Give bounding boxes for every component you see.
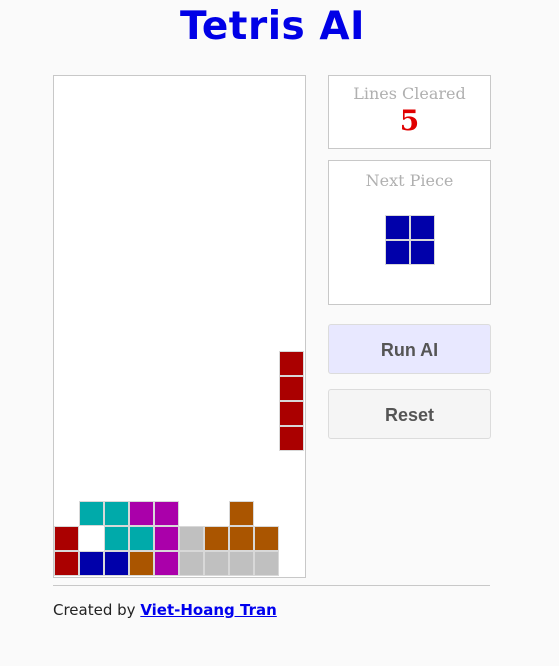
lines-cleared-value: 5 — [399, 104, 420, 137]
board-block — [154, 526, 179, 551]
footer: Created by Viet-Hoang Tran — [53, 601, 277, 619]
board-block — [179, 526, 204, 551]
board-block — [279, 426, 304, 451]
board-block — [229, 551, 254, 576]
board-block — [54, 551, 79, 576]
footer-prefix: Created by — [53, 601, 136, 619]
next-piece-block — [385, 240, 410, 265]
next-piece-preview — [385, 215, 435, 265]
page-title: Tetris AI — [179, 4, 366, 49]
board-block — [204, 551, 229, 576]
board-block — [129, 551, 154, 576]
board-block — [104, 551, 129, 576]
board-block — [129, 526, 154, 551]
reset-button[interactable]: Reset — [328, 389, 491, 439]
board-block — [279, 376, 304, 401]
board-block — [154, 501, 179, 526]
lines-cleared-panel: Lines Cleared 5 — [328, 75, 491, 149]
next-piece-panel: Next Piece — [328, 160, 491, 305]
board-block — [104, 501, 129, 526]
board-block — [129, 501, 154, 526]
board-block — [229, 526, 254, 551]
board-block — [54, 526, 79, 551]
lines-cleared-label: Lines Cleared — [353, 84, 466, 103]
board-block — [254, 551, 279, 576]
board-block — [254, 526, 279, 551]
board-block — [179, 551, 204, 576]
run-ai-button[interactable]: Run AI — [328, 324, 491, 374]
author-link[interactable]: Viet-Hoang Tran — [140, 601, 276, 619]
board-block — [279, 351, 304, 376]
board-block — [204, 526, 229, 551]
board-block — [229, 501, 254, 526]
game-board — [53, 75, 306, 578]
board-block — [279, 401, 304, 426]
board-block — [79, 551, 104, 576]
next-piece-label: Next Piece — [365, 171, 454, 190]
board-block — [79, 501, 104, 526]
board-block — [104, 526, 129, 551]
board-block — [154, 551, 179, 576]
next-piece-block — [385, 215, 410, 240]
next-piece-block — [410, 215, 435, 240]
next-piece-block — [410, 240, 435, 265]
footer-divider — [53, 585, 490, 586]
